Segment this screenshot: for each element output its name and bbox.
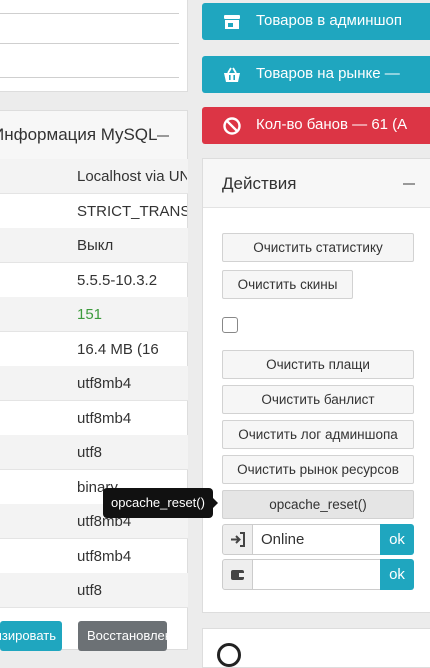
circle-icon <box>217 643 241 667</box>
top-left-panel <box>0 0 188 92</box>
panel-title: Информация MySQL <box>0 125 158 144</box>
table-row: character_setutf8mb4 <box>0 539 188 574</box>
table-row: safe_modeВыкл <box>0 228 188 263</box>
table-row: character_setutf8mb4 <box>0 366 188 401</box>
row-value: utf8mb4 <box>77 547 132 565</box>
table-row: sql_modeSTRICT_TRANS_TABLES <box>0 194 188 229</box>
collapse-icon[interactable] <box>157 135 169 137</box>
tooltip-arrow <box>211 496 218 510</box>
admin-shop-label: Товаров в админшоп <box>256 12 403 29</box>
clear-stats-button[interactable]: Очистить статистику <box>222 233 414 262</box>
row-value: utf8 <box>77 444 103 461</box>
wallet-icon <box>222 559 253 590</box>
tooltip: opcache_reset() <box>103 488 213 518</box>
collapse-icon[interactable] <box>403 183 415 185</box>
panel-header: Информация MySQL <box>0 111 187 160</box>
online-input-group: Online ok <box>222 524 414 555</box>
row-value: 151 <box>77 306 103 323</box>
admin-shop-count-button[interactable]: Товаров в админшоп <box>202 3 430 40</box>
wallet-input[interactable] <box>252 559 381 590</box>
row-value: utf8 <box>77 582 103 599</box>
table-row: character_setutf8 <box>0 573 188 608</box>
row-value: utf8mb4 <box>77 409 132 427</box>
row-value: Localhost via UNIX socket <box>77 168 187 185</box>
restore-button[interactable]: Восстановление <box>78 621 167 651</box>
row-value: 16.4 MB (16 <box>77 340 159 358</box>
optimize-label: Оптимизировать <box>0 628 56 643</box>
table-row: character_setutf8 <box>0 435 188 470</box>
panel-header: Действия <box>203 159 430 208</box>
clear-adminshop-log-button[interactable]: Очистить лог админшопа <box>222 420 414 449</box>
optimize-button[interactable]: Оптимизировать <box>0 621 62 651</box>
divider <box>0 13 179 14</box>
market-label: Товаров на рынке — <box>256 65 400 82</box>
table-row: max_connections151 <box>0 297 188 332</box>
bans-count-button[interactable]: Кол-во банов — 61 (А <box>202 107 430 144</box>
store-icon <box>224 15 240 29</box>
bottom-card <box>202 628 430 668</box>
row-value: utf8mb4 <box>77 375 132 392</box>
table-row: Host infoLocalhost via UNIX socket <box>0 159 188 194</box>
clear-banlist-button[interactable]: Очистить банлист <box>222 385 414 414</box>
clear-cloaks-button[interactable]: Очистить плащи <box>222 350 414 379</box>
panel-title: Действия <box>222 174 297 193</box>
basket-icon <box>224 67 240 82</box>
login-icon <box>222 524 253 555</box>
restore-label: Восстановление <box>87 628 167 643</box>
online-ok-button[interactable]: ok <box>380 524 414 555</box>
market-count-button[interactable]: Товаров на рынке — <box>202 56 430 93</box>
wallet-input-group: ok <box>222 559 414 590</box>
row-value: 5.5.5-10.3.2 <box>77 271 158 289</box>
divider <box>0 43 179 44</box>
opcache-reset-button[interactable]: opcache_reset() <box>222 490 414 519</box>
actions-panel: Действия Очистить статистику Очистить ск… <box>202 158 430 613</box>
bans-label: Кол-во банов — 61 (А <box>256 116 408 133</box>
divider <box>0 77 179 78</box>
online-input[interactable]: Online <box>252 524 381 555</box>
clear-resource-market-button[interactable]: Очистить рынок ресурсов <box>222 455 414 484</box>
table-row: Версия MySQL5.5.5-10.3.2 <box>0 263 188 298</box>
table-row: max_allowed_packet16.4 MB (16 <box>0 332 188 367</box>
row-value: STRICT_TRANS_TABLES <box>77 202 187 220</box>
checkbox[interactable] <box>222 317 238 333</box>
clear-skins-button[interactable]: Очистить скины <box>222 270 353 299</box>
wallet-ok-button[interactable]: ok <box>380 559 414 590</box>
row-value: Выкл <box>77 237 114 254</box>
table-row: character_setutf8mb4 <box>0 401 188 436</box>
ban-icon <box>223 117 241 135</box>
